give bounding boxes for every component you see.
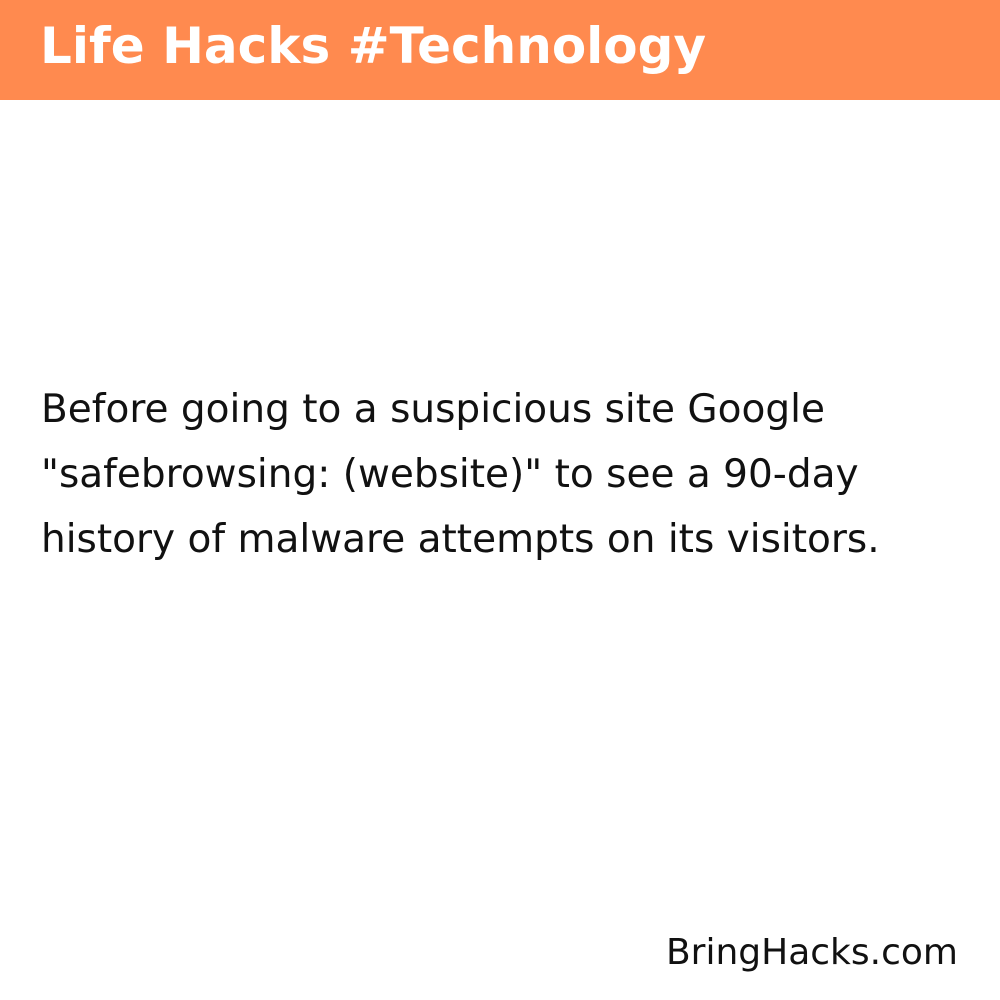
site-brand: BringHacks.com: [665, 932, 958, 973]
header-title: Life Hacks #Technology: [40, 17, 707, 75]
hack-text: Before going to a suspicious site Google…: [41, 387, 880, 562]
header-banner: Life Hacks #Technology: [0, 0, 1000, 100]
